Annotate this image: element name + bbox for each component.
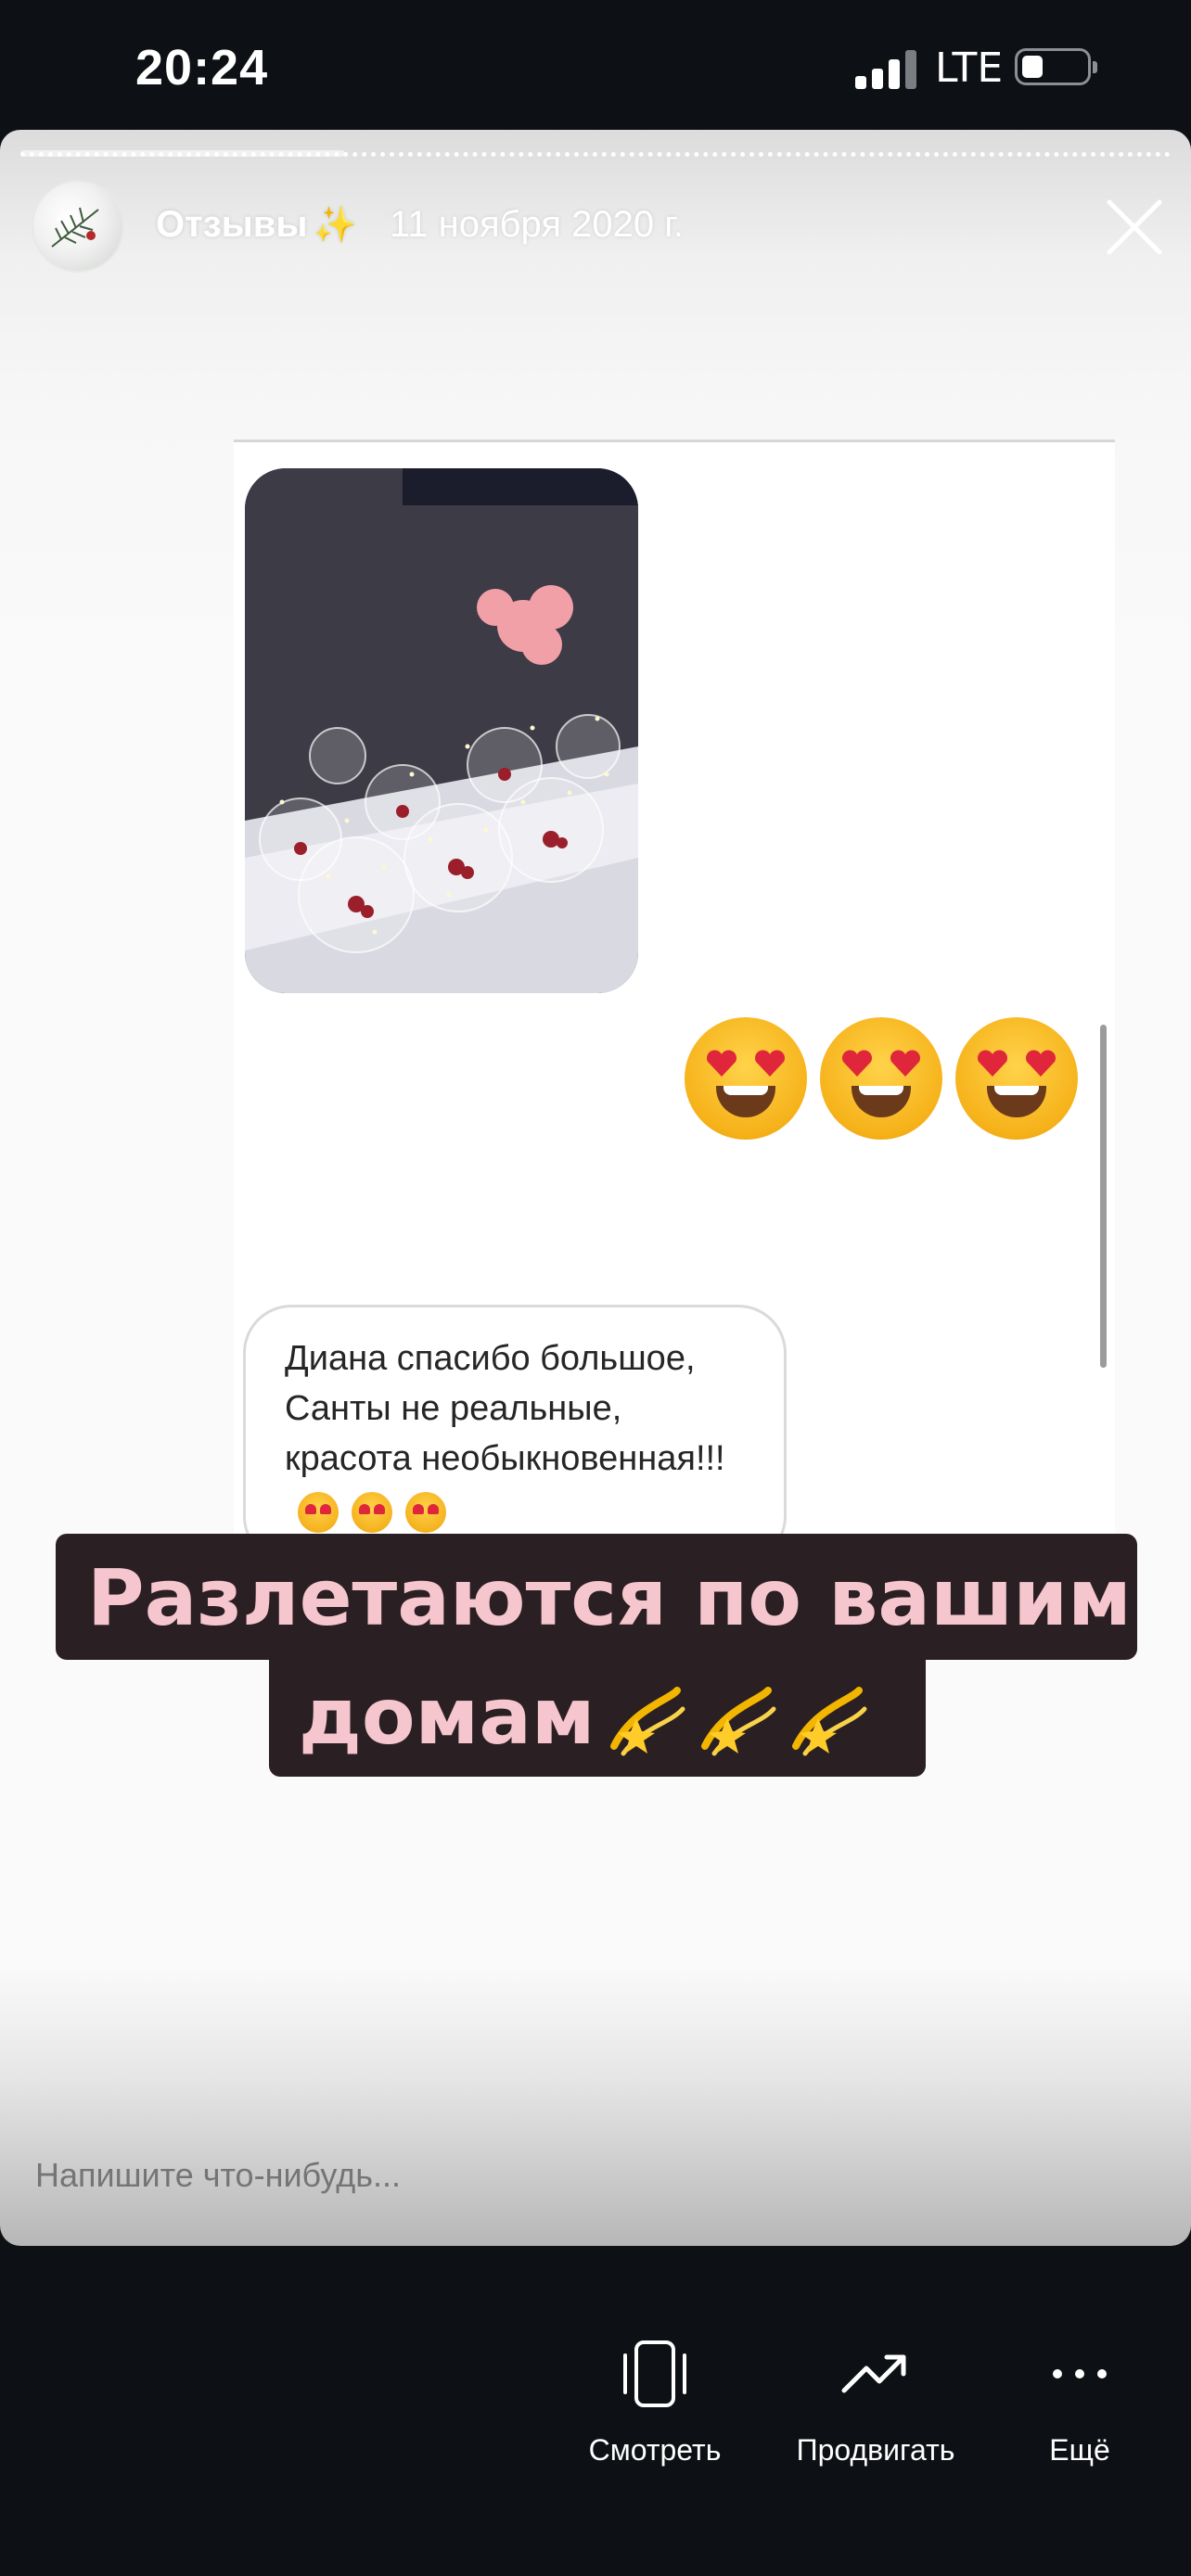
story-date: 11 ноября 2020 г. (390, 204, 685, 245)
chat-message-text: Диана спасибо большое, Санты не реальные… (285, 1339, 725, 1478)
product-photo (245, 468, 638, 993)
chat-message-bubble: Диана спасибо большое, Санты не реальные… (243, 1305, 787, 1564)
reaction-emojis (672, 1017, 1078, 1163)
promote-trend-icon (841, 2354, 906, 2393)
view-button[interactable]: Смотреть (571, 2339, 738, 2468)
view-device-icon (623, 2340, 686, 2407)
dizzy-star-icon (700, 1687, 776, 1756)
sparkle-icon: ✨ (313, 206, 357, 245)
story-title[interactable]: Отзывы ✨ (156, 204, 357, 246)
heart-eyes-emoji-icon (820, 1017, 942, 1140)
heart-eyes-emoji-icon (955, 1017, 1078, 1140)
embedded-chat-screenshot: Диана спасибо большое, Санты не реальные… (234, 440, 1115, 1564)
caption-word: домам (299, 1671, 596, 1762)
view-label: Смотреть (588, 2433, 722, 2467)
more-dots-icon (1053, 2369, 1107, 2378)
story-progress-fill (20, 150, 345, 157)
story-title-text: Отзывы (156, 204, 308, 245)
promote-label: Продвигать (796, 2433, 955, 2467)
promote-button[interactable]: Продвигать (775, 2339, 976, 2468)
network-type: LTE (935, 45, 1004, 92)
dizzy-star-icon (791, 1687, 867, 1756)
close-icon[interactable] (1102, 195, 1167, 260)
more-label: Ещё (1049, 2433, 1110, 2467)
battery-icon (1015, 48, 1097, 85)
avatar[interactable] (32, 180, 124, 273)
status-time: 20:24 (135, 40, 269, 96)
dizzy-star-icon (609, 1687, 685, 1756)
signal-icon (855, 50, 920, 89)
caption-text-line1: Разлетаются по вашим (87, 1552, 1132, 1643)
status-bar: 20:24 LTE (0, 0, 1191, 130)
heart-eyes-emoji-icon (285, 1486, 446, 1536)
heart-eyes-emoji-icon (685, 1017, 807, 1140)
chat-scrollbar (1100, 1025, 1107, 1368)
caption-text-line2: домам (299, 1671, 868, 1763)
story-actions-bar: Смотреть Продвигать Ещё (0, 2246, 1191, 2576)
more-button[interactable]: Ещё (1024, 2339, 1135, 2468)
reply-input[interactable] (33, 2155, 779, 2196)
story-card[interactable]: Отзывы ✨ 11 ноября 2020 г. Диана спасибо… (0, 130, 1191, 2246)
